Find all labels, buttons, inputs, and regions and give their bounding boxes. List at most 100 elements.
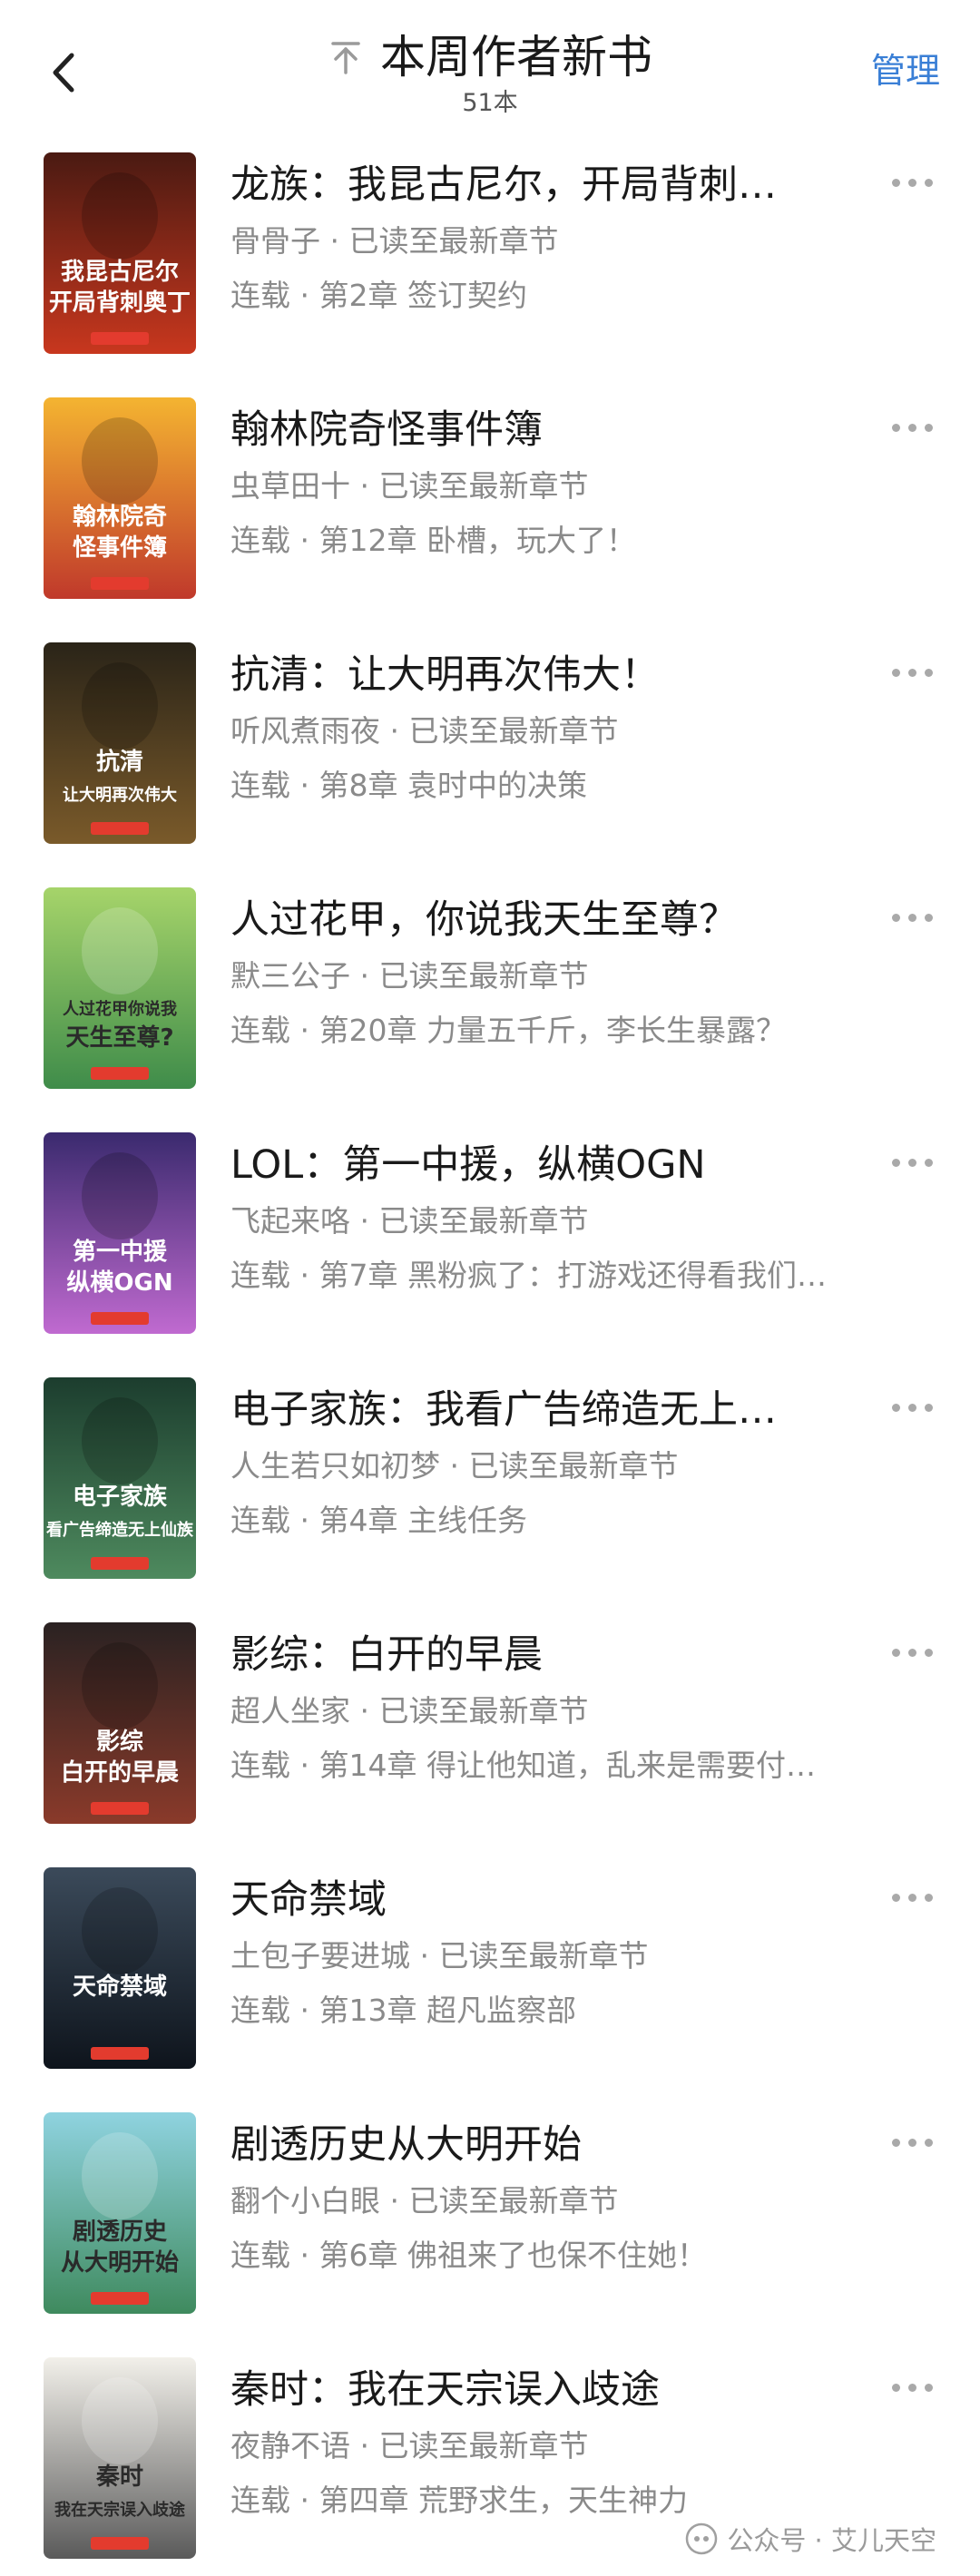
book-item[interactable]: 人过花甲你说我 天生至尊? 人过花甲，你说我天生至尊？ 默三公子 · 已读至最新章… [0,887,980,1132]
cover-art: 影综白开的早晨 [44,1622,196,1824]
book-info: 电子家族：我看广告缔造无上… 人生若只如初梦 · 已读至最新章节 连载 · 第4… [230,1383,866,1543]
more-options-button[interactable] [880,1140,944,1185]
cover-text: 开局背刺奥丁 [49,289,191,317]
book-title: 龙族：我昆古尼尔，开局背刺… [230,162,777,208]
book-info: 天命禁域 土包子要进城 · 已读至最新章节 连载 · 第13章 超凡监察部 [230,1873,866,2032]
publisher-badge [91,2537,149,2550]
more-options-button[interactable] [880,1875,944,1920]
cover-art: 第一中援纵横OGN [44,1132,196,1334]
book-item[interactable]: 剧透历史从大明开始 剧透历史从大明开始 翻个小白眼 · 已读至最新章节 连载 ·… [0,2112,980,2357]
more-dot [907,913,916,922]
book-cover[interactable]: 天命禁域 [44,1867,196,2069]
book-info: 剧透历史从大明开始 翻个小白眼 · 已读至最新章节 连载 · 第6章 佛祖来了也… [230,2118,866,2277]
book-info: LOL：第一中援，纵横OGN 飞起来咯 · 已读至最新章节 连载 · 第7章 黑… [230,1138,866,1298]
publisher-badge [91,577,149,590]
cover-text: 电子家族 [73,1483,168,1511]
book-author-status: 虫草田十 · 已读至最新章节 [230,468,589,504]
cover-text: 第一中援 [73,1238,168,1266]
book-item[interactable]: 抗清 让大明再次伟大 抗清：让大明再次伟大！ 听风煮雨夜 · 已读至最新章节 连载… [0,642,980,887]
page-title-group: 本周作者新书 51本 [272,25,708,120]
cover-art: 秦时我在天宗误入歧途 [44,2357,196,2559]
book-title: 电子家族：我看广告缔造无上… [230,1387,777,1433]
book-info: 秦时：我在天宗误入歧途 夜静不语 · 已读至最新章节 连载 · 第四章 荒野求生… [230,2363,866,2522]
book-cover[interactable]: 影综 白开的早晨 [44,1622,196,1824]
book-latest-chapter: 连载 · 第四章 荒野求生，天生神力 [230,2483,688,2518]
cover-text: 白开的早晨 [61,1758,180,1787]
more-options-button[interactable] [880,650,944,695]
book-item[interactable]: 我昆古尼尔 开局背刺奥丁 龙族：我昆古尼尔，开局背刺… 骨骨子 · 已读至最新章节… [0,152,980,397]
cover-text: 翰林院奇 [73,503,167,531]
book-item[interactable]: 天命禁域 天命禁域 土包子要进城 · 已读至最新章节 连载 · 第13章 超凡监… [0,1867,980,2112]
book-item[interactable]: 影综 白开的早晨 影综：白开的早晨 超人坐家 · 已读至最新章节 连载 · 第14… [0,1622,980,1867]
book-title: LOL：第一中援，纵横OGN [230,1142,706,1188]
book-latest-chapter: 连载 · 第2章 签订契约 [230,278,527,313]
more-options-button[interactable] [880,895,944,940]
publisher-badge [91,1312,149,1325]
book-title: 天命禁域 [230,1877,387,1923]
book-cover[interactable]: 我昆古尼尔 开局背刺奥丁 [44,152,196,354]
book-latest-chapter: 连载 · 第20章 力量五千斤，李长生暴露？ [230,1013,786,1048]
book-list: 我昆古尼尔 开局背刺奥丁 龙族：我昆古尼尔，开局背刺… 骨骨子 · 已读至最新章节… [0,152,980,2576]
book-count: 51本 [462,89,518,117]
cover-art: 我昆古尼尔开局背刺奥丁 [44,152,196,354]
book-info: 翰林院奇怪事件簿 虫草田十 · 已读至最新章节 连载 · 第12章 卧槽，玩大了… [230,403,866,563]
book-latest-chapter: 连载 · 第12章 卧槽，玩大了！ [230,523,636,558]
book-latest-chapter: 连载 · 第14章 得让他知道，乱来是需要付… [230,1748,816,1783]
wechat-official-account-icon [686,2522,718,2555]
more-dot [907,1893,916,1902]
pin-to-top-icon[interactable] [328,39,364,75]
more-dot [907,2138,916,2147]
more-dot [924,1158,933,1167]
cover-text: 人过花甲你说我 [63,999,177,1019]
book-cover[interactable]: 秦时 我在天宗误入歧途 [44,2357,196,2559]
cover-art: 剧透历史从大明开始 [44,2112,196,2314]
book-cover[interactable]: 人过花甲你说我天生至尊? [44,887,196,1089]
more-options-button[interactable] [880,160,944,205]
watermark: 公众号 · 艾儿天空 [685,2520,936,2558]
cover-text: 剧透历史 [73,2218,168,2246]
cover-art: 天命禁域 [44,1867,196,2069]
more-dot [891,913,900,922]
cover-art: 翰林院奇怪事件簿 [44,397,196,599]
more-options-button[interactable] [880,1630,944,1675]
cover-text: 从大明开始 [61,2249,179,2277]
book-author-status: 土包子要进城 · 已读至最新章节 [230,1938,649,1974]
book-latest-chapter: 连载 · 第6章 佛祖来了也保不住她！ [230,2238,707,2273]
publisher-badge [91,1067,149,1080]
more-options-button[interactable] [880,2365,944,2410]
book-info: 抗清：让大明再次伟大！ 听风煮雨夜 · 已读至最新章节 连载 · 第8章 袁时中… [230,648,866,808]
publisher-badge [91,822,149,835]
book-title: 影综：白开的早晨 [230,1632,543,1678]
more-dot [924,668,933,677]
more-dot [907,668,916,677]
cover-text: 抗清 [96,748,143,776]
cover-text: 怪事件簿 [73,534,167,562]
more-dot [924,913,933,922]
book-item[interactable]: 电子家族 看广告缔造无上仙族 电子家族：我看广告缔造无上… 人生若只如初梦 · 已… [0,1377,980,1622]
book-author-status: 人生若只如初梦 · 已读至最新章节 [230,1448,679,1484]
book-cover[interactable]: 第一中援纵横OGN [44,1132,196,1334]
book-item[interactable]: 翰林院奇 怪事件簿 翰林院奇怪事件簿 虫草田十 · 已读至最新章节 连载 · 第1… [0,397,980,642]
book-latest-chapter: 连载 · 第4章 主线任务 [230,1503,527,1538]
publisher-badge [91,332,149,345]
book-cover[interactable]: 抗清 让大明再次伟大 [44,642,196,844]
more-options-button[interactable] [880,405,944,450]
more-dot [891,1893,900,1902]
watermark-text: 公众号 · 艾儿天空 [727,2525,936,2556]
book-cover[interactable]: 翰林院奇 怪事件簿 [44,397,196,599]
more-options-button[interactable] [880,1385,944,1430]
book-item[interactable]: 第一中援纵横OGN LOL：第一中援，纵横OGN 飞起来咯 · 已读至最新章节 … [0,1132,980,1377]
back-button[interactable] [36,38,91,107]
more-dot [891,1648,900,1657]
book-title: 秦时：我在天宗误入歧途 [230,2367,660,2413]
cover-text: 纵横OGN [66,1269,172,1297]
book-cover[interactable]: 剧透历史 从大明开始 [44,2112,196,2314]
publisher-badge [91,1557,149,1570]
more-dot [891,2138,900,2147]
cover-text: 天生至尊? [65,1024,173,1052]
more-options-button[interactable] [880,2120,944,2165]
book-title: 翰林院奇怪事件簿 [230,407,543,453]
more-dot [924,1403,933,1412]
manage-button[interactable]: 管理 [871,45,940,96]
book-cover[interactable]: 电子家族 看广告缔造无上仙族 [44,1377,196,1579]
